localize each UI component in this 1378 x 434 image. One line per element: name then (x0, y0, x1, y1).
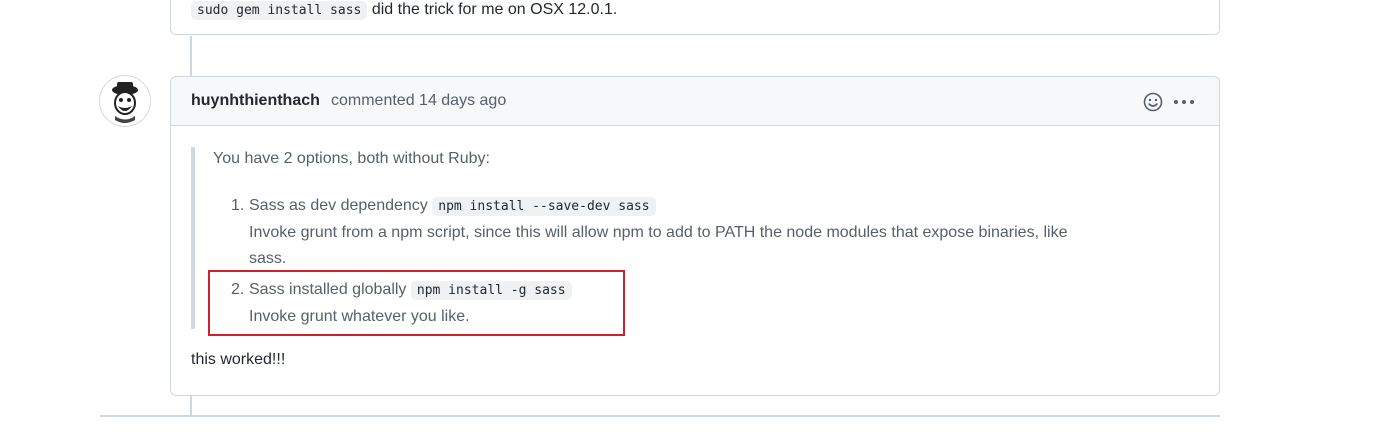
option-description: Invoke grunt from a npm script, since th… (249, 224, 1068, 241)
option-description-cont: sass. (249, 250, 287, 267)
option-description: Invoke grunt whatever you like. (249, 308, 470, 325)
previous-comment-text: did the trick for me on OSX 12.0.1. (371, 1, 618, 18)
blockquote: You have 2 options, both without Ruby: 1… (191, 147, 1179, 329)
timeline-connector (190, 36, 192, 76)
comment-timestamp[interactable]: commented 14 days ago (331, 92, 506, 110)
comment-reply-text: this worked!!! (191, 351, 286, 368)
timeline-divider (100, 415, 1220, 417)
comment-header: huynhthienthach commented 14 days ago (171, 77, 1219, 126)
list-number: 2. (231, 281, 245, 298)
timeline-connector (190, 395, 192, 415)
comment-author-link[interactable]: huynhthienthach (191, 92, 320, 110)
user-avatar[interactable] (99, 75, 151, 127)
option-title: Sass as dev dependency (249, 197, 428, 214)
avatar-image (100, 76, 150, 126)
kebab-horizontal-icon[interactable] (1172, 91, 1196, 113)
previous-comment: sudo gem install sass did the trick for … (170, 0, 1220, 35)
issue-timeline: sudo gem install sass did the trick for … (0, 0, 1378, 434)
previous-comment-body: sudo gem install sass did the trick for … (191, 0, 617, 21)
inline-code: npm install --save-dev sass (432, 197, 656, 216)
inline-code: npm install -g sass (410, 281, 572, 300)
comment-card: huynhthienthach commented 14 days ago Yo… (170, 76, 1220, 396)
inline-code: sudo gem install sass (191, 1, 368, 20)
quote-intro: You have 2 options, both without Ruby: (213, 150, 490, 167)
list-number: 1. (231, 197, 245, 214)
smiley-icon[interactable] (1142, 91, 1164, 113)
option-title: Sass installed globally (249, 281, 407, 298)
